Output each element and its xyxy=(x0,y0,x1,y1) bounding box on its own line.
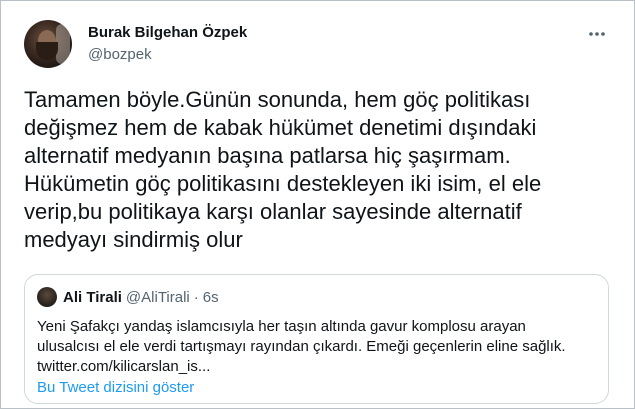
more-options-button[interactable] xyxy=(585,22,609,46)
tweet-header: Burak Bilgehan Özpek @bozpek xyxy=(24,20,619,72)
avatar-background xyxy=(56,24,70,64)
author-handle[interactable]: @bozpek xyxy=(88,46,152,63)
author-avatar[interactable] xyxy=(24,20,72,68)
quoted-author-handle: @AliTirali xyxy=(125,288,190,306)
tweet-text: Tamamen böyle.Günün sonunda, hem göç pol… xyxy=(24,87,542,252)
quoted-separator: · xyxy=(193,288,199,306)
quoted-author-avatar xyxy=(37,287,57,307)
avatar-beard xyxy=(36,42,58,60)
show-thread-link[interactable]: Bu Tweet dizisini göster xyxy=(37,379,194,396)
quoted-tweet-header: Ali Tirali @AliTirali · 6s xyxy=(37,287,219,307)
quoted-author-name: Ali Tirali xyxy=(63,288,122,306)
more-horizontal-icon xyxy=(589,32,605,36)
author-name[interactable]: Burak Bilgehan Özpek xyxy=(88,24,247,41)
quoted-tweet-text: Yeni Şafakçı yandaş islamcısıyla her taş… xyxy=(37,318,566,375)
quoted-tweet[interactable]: Ali Tirali @AliTirali · 6s Yeni Şafakçı … xyxy=(24,274,609,404)
quoted-timestamp: 6s xyxy=(202,288,219,306)
